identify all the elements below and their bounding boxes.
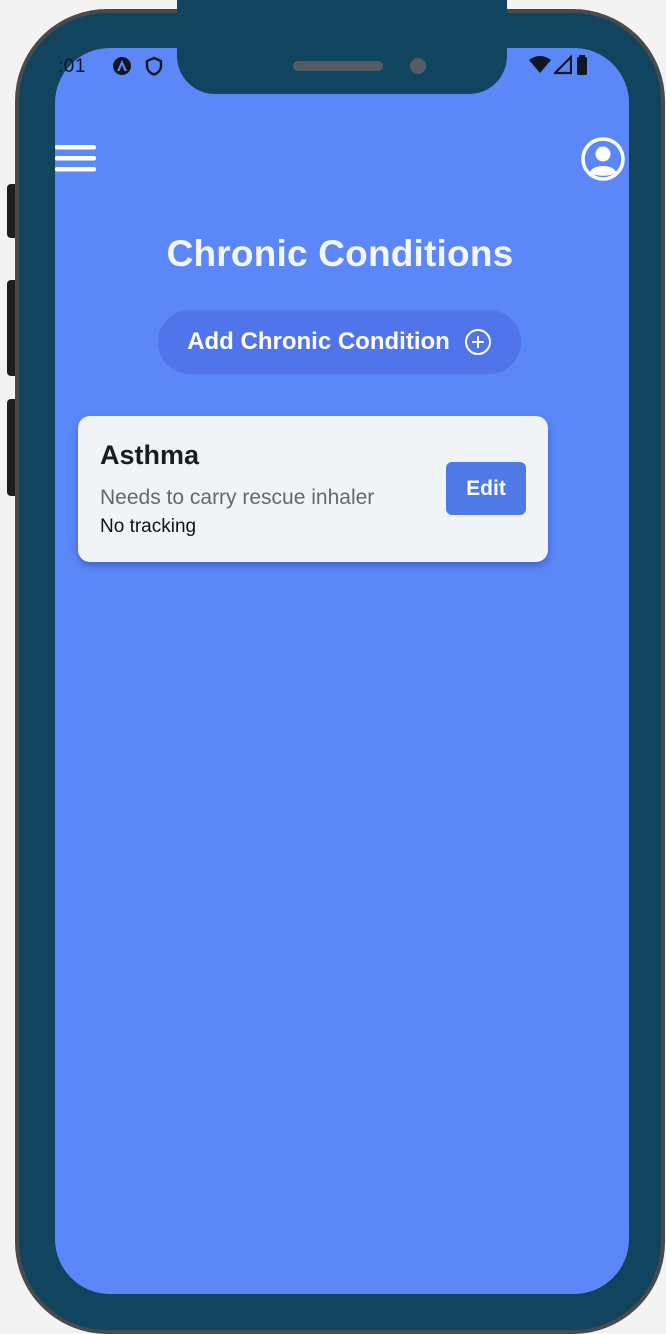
add-chronic-condition-button[interactable]: Add Chronic Condition: [158, 310, 521, 374]
phone-speaker: [293, 61, 383, 71]
phone-notch: [177, 0, 507, 94]
hamburger-menu-icon[interactable]: [55, 140, 97, 176]
page-title: Chronic Conditions: [166, 233, 514, 274]
edit-condition-button[interactable]: Edit: [446, 462, 526, 515]
account-circle-icon[interactable]: [580, 136, 626, 182]
shield-icon: [145, 56, 163, 76]
app-notification-icon: [113, 57, 131, 75]
condition-card: Asthma Needs to carry rescue inhaler No …: [78, 416, 548, 562]
add-button-label: Add Chronic Condition: [187, 328, 450, 355]
wifi-icon: [529, 56, 551, 73]
battery-icon: [577, 55, 587, 75]
phone-camera: [410, 58, 426, 74]
status-time: :01: [58, 56, 86, 77]
signal-icon: [554, 55, 572, 75]
condition-tracking-status: No tracking: [100, 516, 197, 537]
condition-description: Needs to carry rescue inhaler: [100, 486, 375, 509]
plus-circle-icon: [464, 329, 491, 355]
condition-name: Asthma: [100, 440, 200, 470]
